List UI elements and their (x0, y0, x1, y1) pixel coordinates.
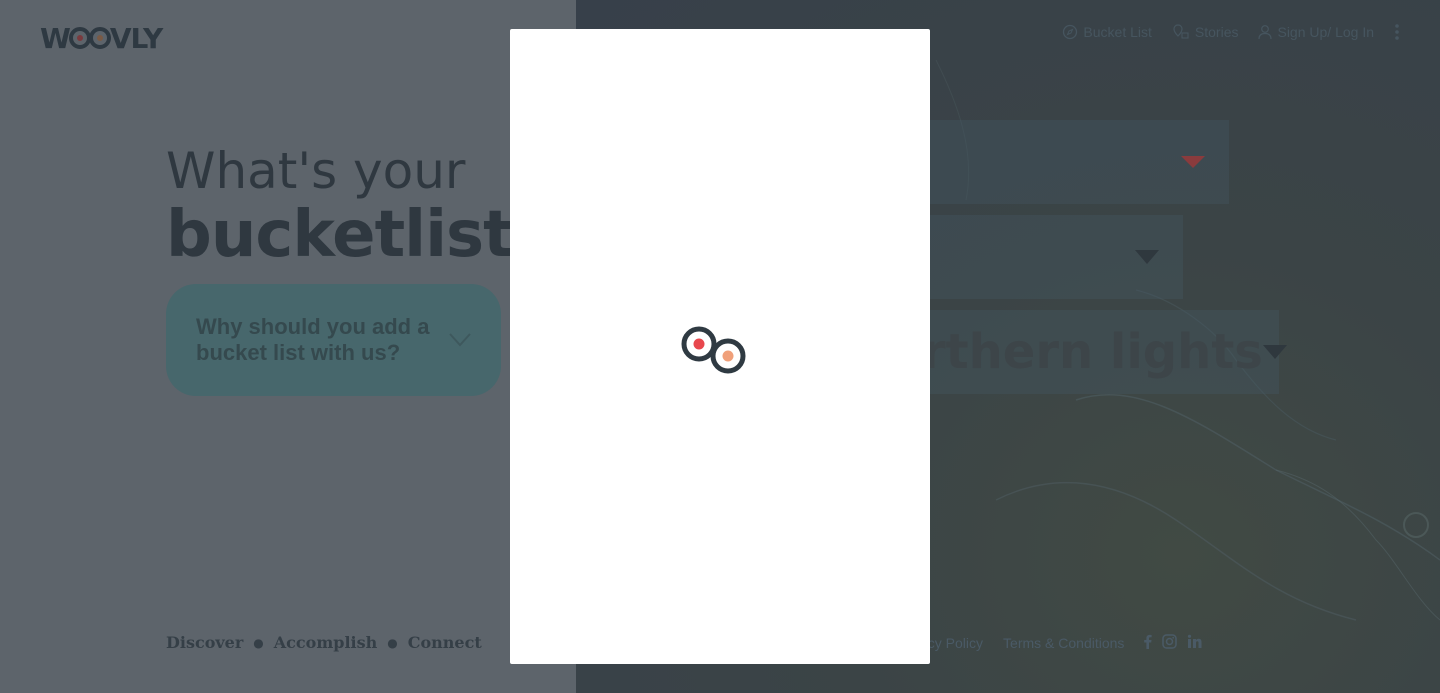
footer-links: acy Policy Terms & Conditions (920, 634, 1202, 652)
tagline-separator: ● (387, 635, 398, 650)
loading-modal (510, 29, 930, 664)
why-card-label: Why should you add a bucket list with us… (196, 314, 430, 365)
tagline-accomplish: Accomplish (273, 633, 378, 652)
tagline-connect: Connect (407, 633, 482, 652)
terms-conditions-link[interactable]: Terms & Conditions (1003, 635, 1124, 651)
linkedin-icon[interactable] (1187, 634, 1202, 652)
logo-ring-icon (68, 27, 91, 49)
nav-stories-label: Stories (1194, 24, 1239, 40)
facebook-icon[interactable] (1144, 634, 1153, 652)
nav-stories[interactable]: Stories (1172, 24, 1239, 40)
social-links (1144, 634, 1202, 652)
user-icon (1258, 24, 1273, 40)
more-menu-button[interactable] (1394, 23, 1400, 41)
top-navigation: Bucket List Stories Sign Up/ Log In (1062, 22, 1400, 42)
kebab-menu-icon (1394, 23, 1400, 41)
tagline-discover: Discover (166, 633, 244, 652)
logo-ring-icon (88, 27, 111, 49)
why-bucket-list-card[interactable]: Why should you add a bucket list with us… (166, 284, 501, 396)
logo-letter-w: W (40, 21, 71, 55)
caret-down-icon (1262, 345, 1287, 359)
nav-sign-up-label: Sign Up/ Log In (1277, 24, 1374, 40)
hero-left-panel: W VLY What's your bucketlist? Why should… (0, 0, 576, 693)
tagline-separator: ● (253, 635, 264, 650)
bucket-goal-value: rthern lights (922, 324, 1263, 380)
bucket-type-select[interactable] (930, 215, 1183, 299)
footer-tagline: Discover ● Accomplish ● Connect (166, 633, 482, 652)
caret-down-icon (1135, 250, 1159, 264)
nav-bucket-list[interactable]: Bucket List (1062, 24, 1152, 40)
hero-headline-line2: bucketlist? (166, 198, 550, 272)
chevron-down-icon (449, 327, 471, 353)
compass-icon (1062, 24, 1078, 40)
woovly-logo[interactable]: W VLY (40, 20, 163, 56)
woovly-loader-icon (681, 326, 746, 374)
hero-headline-line1: What's your (166, 142, 466, 200)
instagram-icon[interactable] (1162, 634, 1178, 652)
logo-letters: VLY (109, 21, 163, 55)
caret-down-icon (1181, 156, 1205, 168)
bucket-category-select[interactable] (930, 120, 1229, 204)
bucket-goal-select[interactable]: rthern lights (922, 310, 1287, 394)
nav-bucket-list-label: Bucket List (1083, 24, 1152, 40)
pin-icon (1172, 24, 1190, 40)
nav-sign-up-log-in[interactable]: Sign Up/ Log In (1258, 24, 1374, 40)
